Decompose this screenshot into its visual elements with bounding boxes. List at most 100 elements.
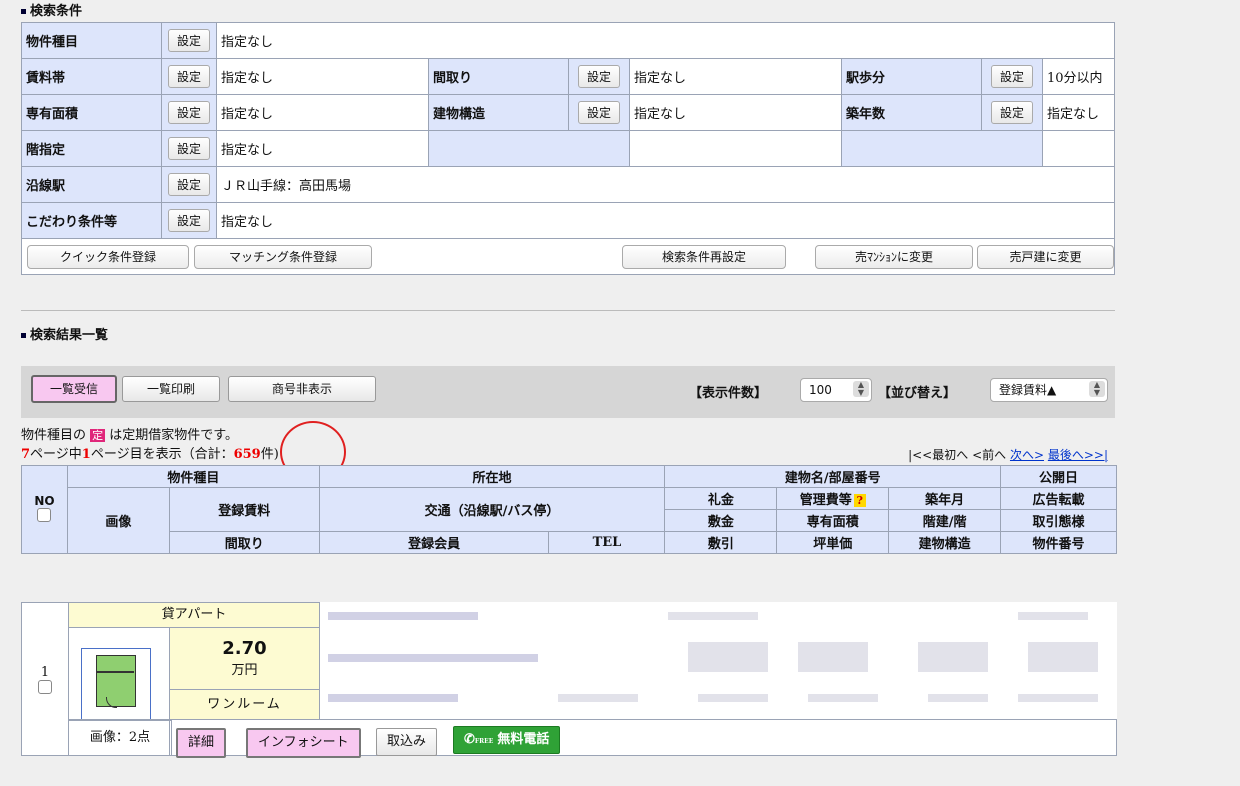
- pagination-nav: |<<最初へ <前へ 次へ> 最後へ>>|: [908, 446, 1108, 463]
- rent-header: 登録賃料: [168, 487, 320, 532]
- first-page-link: |<<最初へ: [908, 448, 969, 462]
- set-button[interactable]: 設定: [167, 29, 210, 52]
- built-header: 築年月: [888, 487, 1002, 510]
- empty-cell: [1042, 130, 1115, 167]
- condition-value: 指定なし: [629, 58, 842, 95]
- rent-unit: 万円: [231, 663, 258, 678]
- prop-no-header: 物件番号: [1000, 531, 1117, 554]
- change-to-mansion-button[interactable]: 売ﾏﾝｼｮﾝに変更: [815, 245, 973, 269]
- total-count: 659: [233, 447, 261, 462]
- select-all-checkbox[interactable]: [37, 507, 52, 522]
- structure-header: 建物構造: [888, 531, 1002, 554]
- help-icon[interactable]: ?: [853, 494, 866, 507]
- fixed-term-badge: 定: [90, 429, 106, 442]
- condition-value: 指定なし: [216, 58, 429, 95]
- empty-cell: [841, 130, 1043, 167]
- address-header: 所在地: [318, 465, 666, 488]
- display-count-select[interactable]: 100 ▲ ▼: [800, 378, 872, 402]
- condition-value: 指定なし: [629, 94, 842, 131]
- record-no: 1: [40, 665, 50, 680]
- set-button[interactable]: 設定: [167, 101, 210, 124]
- trade-header: 取引態様: [1000, 509, 1117, 532]
- key-money-header: 礼金: [664, 487, 778, 510]
- condition-row: 賃料帯 設定 指定なし 間取り 設定 指定なし 駅歩分 設定 10分以内: [21, 58, 1115, 95]
- image-count: 画像：2点: [68, 719, 172, 756]
- detail-button[interactable]: 詳細: [176, 728, 227, 758]
- prev-page-link: <前へ: [972, 448, 1007, 462]
- sort-label: 【並び替え】: [878, 386, 957, 401]
- sort-select[interactable]: 登録賃料▲ ▲ ▼: [990, 378, 1108, 402]
- hide-company-name-button[interactable]: 商号非表示: [228, 376, 376, 402]
- fixed-term-note: 物件種目の 定 は定期借家物件です。: [21, 428, 238, 443]
- set-button[interactable]: 設定: [167, 65, 210, 88]
- condition-value: 指定なし: [216, 130, 429, 167]
- condition-label: 間取り: [428, 58, 569, 95]
- condition-label: 駅歩分: [841, 58, 982, 95]
- list-print-button[interactable]: 一覧印刷: [122, 376, 220, 402]
- record-no-cell: 1: [21, 602, 69, 756]
- matching-condition-register-button[interactable]: マッチング条件登録: [194, 245, 372, 269]
- condition-value: 指定なし: [1042, 94, 1115, 131]
- set-button[interactable]: 設定: [577, 65, 620, 88]
- building-header: 建物名/部屋番号: [664, 465, 1002, 488]
- condition-buttons-row: クイック条件登録 マッチング条件登録 検索条件再設定 売ﾏﾝｼｮﾝに変更 売戸建…: [21, 238, 1115, 275]
- empty-cell: [629, 130, 842, 167]
- set-button[interactable]: 設定: [167, 173, 210, 196]
- record-rent-cell: 2.70 万円: [169, 627, 320, 691]
- record-image-cell: [68, 627, 172, 721]
- area-header: 専有面積: [776, 509, 890, 532]
- sort-value: 登録賃料▲: [999, 383, 1057, 397]
- list-receive-button[interactable]: 一覧受信: [31, 375, 117, 403]
- access-header: 交通（沿線駅/バス停）: [318, 487, 666, 532]
- free-call-button[interactable]: ✆FREE 無料電話: [453, 726, 561, 754]
- record-kind: 貸アパート: [68, 602, 320, 628]
- infosheet-button[interactable]: インフォシート: [246, 728, 361, 758]
- condition-label: 物件種目: [21, 22, 162, 59]
- import-button[interactable]: 取込み: [376, 728, 438, 756]
- section-divider: [21, 310, 1115, 311]
- search-conditions-title: 検索条件: [21, 0, 82, 19]
- record-layout: ワンルーム: [169, 689, 320, 720]
- set-button[interactable]: 設定: [167, 209, 210, 232]
- pub-date-header: 公開日: [1000, 465, 1117, 488]
- condition-label: 築年数: [841, 94, 982, 131]
- display-count-label: 【表示件数】: [689, 386, 768, 401]
- record-actions: 詳細 インフォシート 取込み ✆FREE 無料電話: [169, 719, 1117, 758]
- quick-condition-register-button[interactable]: クイック条件登録: [27, 245, 189, 269]
- last-page-link[interactable]: 最後へ>>|: [1048, 448, 1108, 462]
- condition-label: 建物構造: [428, 94, 569, 131]
- record-checkbox[interactable]: [38, 680, 52, 694]
- member-header: 登録会員: [318, 531, 550, 554]
- table-row: 1 貸アパート 画像：2点 2.70 万円 ワンルーム 詳細 インフォシート 取…: [21, 602, 1117, 758]
- results-toolbar: 一覧受信 一覧印刷 商号非表示 【表示件数】 100 ▲ ▼ 【並び替え】 登録賃…: [21, 366, 1115, 418]
- change-to-house-button[interactable]: 売戸建に変更: [977, 245, 1114, 269]
- current-page: 1: [81, 447, 91, 462]
- floorplan-thumbnail[interactable]: [81, 648, 151, 720]
- condition-value: 10分以内: [1042, 58, 1115, 95]
- results-title: 検索結果一覧: [21, 324, 108, 343]
- condition-value: 指定なし: [216, 22, 1115, 59]
- condition-row: 専有面積 設定 指定なし 建物構造 設定 指定なし 築年数 設定 指定なし: [21, 94, 1115, 131]
- phone-icon: ✆: [464, 732, 475, 747]
- mgmt-header: 管理費等?: [776, 487, 890, 510]
- condition-row: 沿線駅 設定 ＪＲ山手線：高田馬場: [21, 166, 1115, 203]
- ad-header: 広告転載: [1000, 487, 1117, 510]
- condition-value: ＪＲ山手線：高田馬場: [216, 166, 1115, 203]
- total-pages: 7: [21, 447, 31, 462]
- set-button[interactable]: 設定: [167, 137, 210, 160]
- results-header-table: NO 物件種目 所在地 建物名/部屋番号 公開日 画像 登録賃料 交通（沿線駅/…: [21, 465, 1117, 554]
- display-count-value: 100: [809, 383, 832, 397]
- condition-label: 賃料帯: [21, 58, 162, 95]
- condition-value: 指定なし: [216, 94, 429, 131]
- set-button[interactable]: 設定: [990, 101, 1033, 124]
- record-rent: 2.70: [222, 638, 267, 659]
- set-button[interactable]: 設定: [577, 101, 620, 124]
- set-button[interactable]: 設定: [990, 65, 1033, 88]
- tsubo-header: 坪単価: [776, 531, 890, 554]
- no-header: NO: [21, 465, 68, 554]
- condition-value: 指定なし: [216, 202, 1115, 239]
- next-page-link[interactable]: 次へ>: [1010, 448, 1044, 462]
- kind-header: 物件種目: [66, 465, 320, 488]
- condition-row: 物件種目 設定 指定なし: [21, 22, 1115, 59]
- reset-conditions-button[interactable]: 検索条件再設定: [622, 245, 786, 269]
